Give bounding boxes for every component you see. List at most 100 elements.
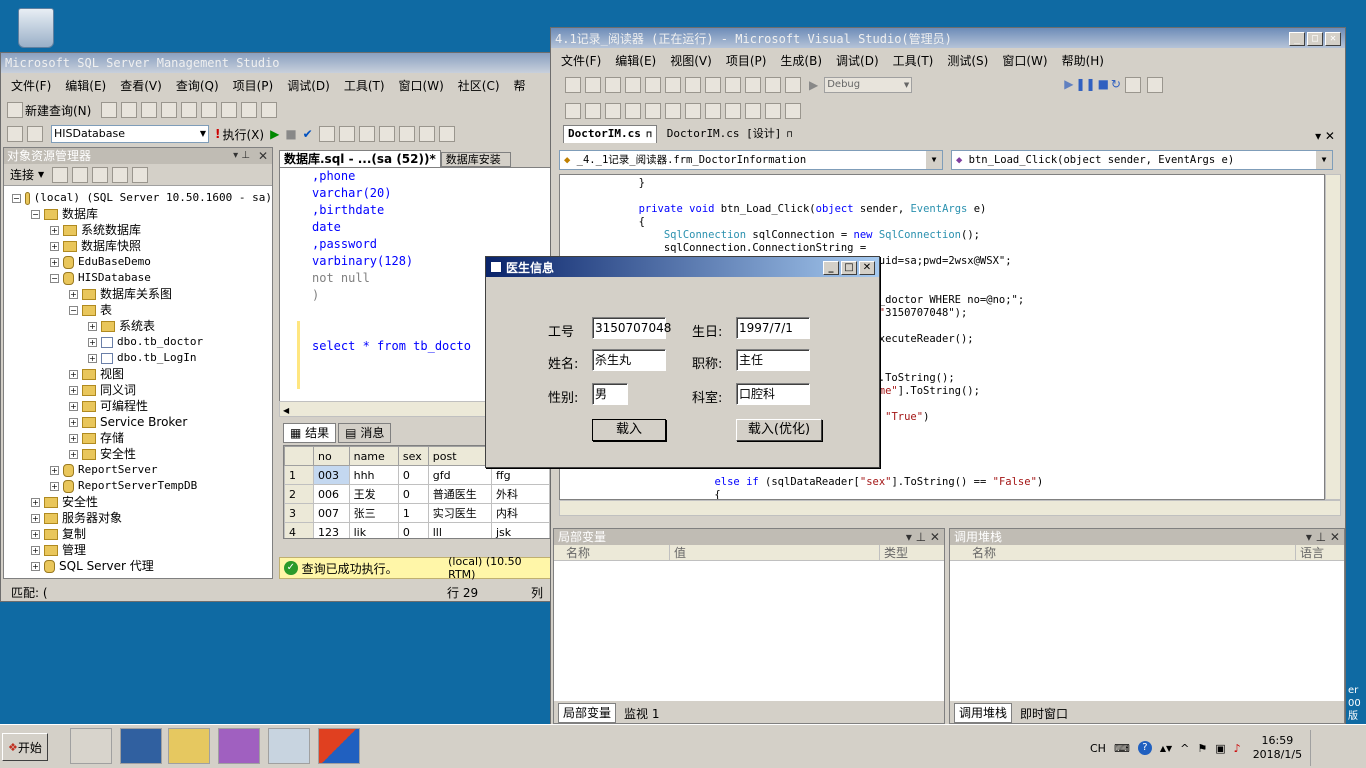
ssms-menu-item[interactable]: 文件(F): [11, 77, 51, 94]
show-desktop-button[interactable]: [1310, 730, 1322, 766]
row-number[interactable]: 1: [284, 465, 315, 485]
vs-menu-item[interactable]: 帮助(H): [1062, 52, 1104, 69]
dept-field[interactable]: 口腔科: [736, 383, 810, 405]
align-icon[interactable]: [565, 103, 581, 119]
grid-cell[interactable]: gfd: [427, 465, 492, 485]
expand-icon[interactable]: +: [31, 529, 40, 539]
close-icon[interactable]: ▾ ✕: [1315, 129, 1335, 143]
tree-node[interactable]: + dbo.tb_doctor: [12, 334, 272, 350]
results-to-file-icon[interactable]: [418, 126, 435, 142]
open-folder-icon[interactable]: [605, 77, 621, 93]
uncomment-icon[interactable]: [705, 103, 721, 119]
expand-icon[interactable]: +: [31, 561, 40, 571]
include-plan-icon[interactable]: [378, 126, 395, 142]
bookmark-icon[interactable]: [725, 103, 741, 119]
clear-bookmarks-icon[interactable]: [785, 103, 801, 119]
align-lefts-icon[interactable]: [585, 103, 601, 119]
pin-icon[interactable]: ▾ ⊥: [233, 148, 250, 164]
tree-node[interactable]: + 存储: [12, 430, 272, 446]
row-number[interactable]: 3: [284, 503, 315, 523]
grid-cell[interactable]: jsk: [490, 522, 550, 538]
tree-node[interactable]: + ReportServer: [12, 462, 272, 478]
results-to-text-icon[interactable]: [398, 126, 415, 142]
language-indicator[interactable]: CH: [1090, 742, 1106, 755]
stop-icon[interactable]: [92, 166, 109, 183]
results-to-grid-icon[interactable]: [358, 126, 375, 142]
birth-field[interactable]: 1997/7/1: [736, 317, 810, 339]
pause-icon[interactable]: ❚❚: [1075, 77, 1095, 93]
close-button[interactable]: ✕: [1325, 32, 1341, 46]
vs-menu-item[interactable]: 编辑(E): [615, 52, 656, 69]
refresh-icon[interactable]: [132, 166, 149, 183]
grid-cell[interactable]: lik: [348, 522, 399, 538]
powershell-icon[interactable]: [120, 728, 162, 764]
name-field[interactable]: 杀生丸: [592, 349, 666, 371]
col-value[interactable]: 值: [670, 545, 880, 560]
tree-node[interactable]: − 表: [12, 302, 272, 318]
solution-config-select[interactable]: Debug ▼: [824, 77, 913, 93]
vs-menu-item[interactable]: 生成(B): [780, 52, 822, 69]
col-type[interactable]: 类型: [880, 545, 908, 560]
ssms-menu-item[interactable]: 编辑(E): [65, 77, 106, 94]
tree-node[interactable]: − 数据库: [12, 206, 272, 222]
vs-menu-item[interactable]: 窗口(W): [1002, 52, 1047, 69]
keyboard-icon[interactable]: ⌨: [1114, 742, 1130, 755]
maximize-button[interactable]: □: [841, 261, 857, 275]
ssms-menu-item[interactable]: 查看(V): [120, 77, 162, 94]
change-connection-icon[interactable]: [27, 126, 43, 142]
tree-node[interactable]: + 系统数据库: [12, 222, 272, 238]
code-editor-hscroll[interactable]: [559, 500, 1341, 516]
expand-icon[interactable]: +: [50, 257, 59, 267]
table-row[interactable]: 3 007 张三 1 实习医生 内科: [284, 503, 550, 523]
new-file-icon[interactable]: [181, 102, 198, 118]
new-project-icon[interactable]: [565, 77, 581, 93]
tree-node[interactable]: + 安全性: [12, 494, 272, 510]
tree-node[interactable]: + ReportServerTempDB: [12, 478, 272, 494]
expand-icon[interactable]: +: [50, 241, 59, 251]
vs-menu-item[interactable]: 项目(P): [726, 52, 767, 69]
ssms-menu-item[interactable]: 调试(D): [287, 77, 330, 94]
debug-play-icon[interactable]: ▶: [270, 127, 279, 141]
parse-check-icon[interactable]: ✔: [303, 127, 313, 141]
ssms-menu-item[interactable]: 工具(T): [344, 77, 385, 94]
connect-dropdown[interactable]: 连接: [10, 166, 34, 183]
xml-query-icon[interactable]: [161, 102, 178, 118]
prev-bookmark-icon[interactable]: [745, 103, 761, 119]
ssms-menu-item[interactable]: 社区(C): [458, 77, 500, 94]
database-select[interactable]: HISDatabase ▼: [51, 125, 209, 143]
server-manager-icon[interactable]: [70, 728, 112, 764]
redo-icon[interactable]: [745, 77, 761, 93]
expand-icon[interactable]: +: [31, 497, 40, 507]
expand-icon[interactable]: −: [12, 193, 21, 203]
col-name[interactable]: 名称: [554, 545, 670, 560]
active-app-icon[interactable]: [318, 728, 360, 764]
new-query-button[interactable]: 新建查询(N): [25, 102, 91, 119]
expand-icon[interactable]: −: [50, 273, 59, 283]
expand-icon[interactable]: +: [69, 385, 78, 395]
vs-menu-item[interactable]: 工具(T): [893, 52, 934, 69]
font-icon[interactable]: [625, 103, 641, 119]
grid-cell[interactable]: 123: [313, 522, 350, 538]
grid-cell[interactable]: 张三: [348, 503, 399, 523]
tab-immediate[interactable]: 即时窗口: [1016, 705, 1072, 723]
ssms-menu-item[interactable]: 窗口(W): [399, 77, 444, 94]
display-plan-icon[interactable]: [318, 126, 335, 142]
query-options-icon[interactable]: [338, 126, 355, 142]
undo-icon[interactable]: [725, 77, 741, 93]
grid-cell[interactable]: 普通医生: [427, 484, 492, 504]
column-header[interactable]: name: [348, 446, 399, 466]
help-icon[interactable]: ?: [1137, 741, 1152, 755]
indent-icon[interactable]: [645, 103, 661, 119]
expand-icon[interactable]: +: [69, 369, 78, 379]
stop-icon[interactable]: ■: [285, 127, 296, 141]
tree-node[interactable]: + 数据库快照: [12, 238, 272, 254]
id-field[interactable]: 3150707048: [592, 317, 671, 339]
connect-icon[interactable]: [7, 126, 23, 142]
start-button[interactable]: ❖ 开始: [2, 733, 48, 761]
tree-node[interactable]: + 可编程性: [12, 398, 272, 414]
visual-studio-icon[interactable]: [218, 728, 260, 764]
save-all-icon[interactable]: [241, 102, 258, 118]
load-optimized-button[interactable]: 载入(优化): [736, 419, 822, 441]
grid-cell[interactable]: lll: [427, 522, 492, 538]
scroll-left-icon[interactable]: ◀: [280, 406, 289, 415]
